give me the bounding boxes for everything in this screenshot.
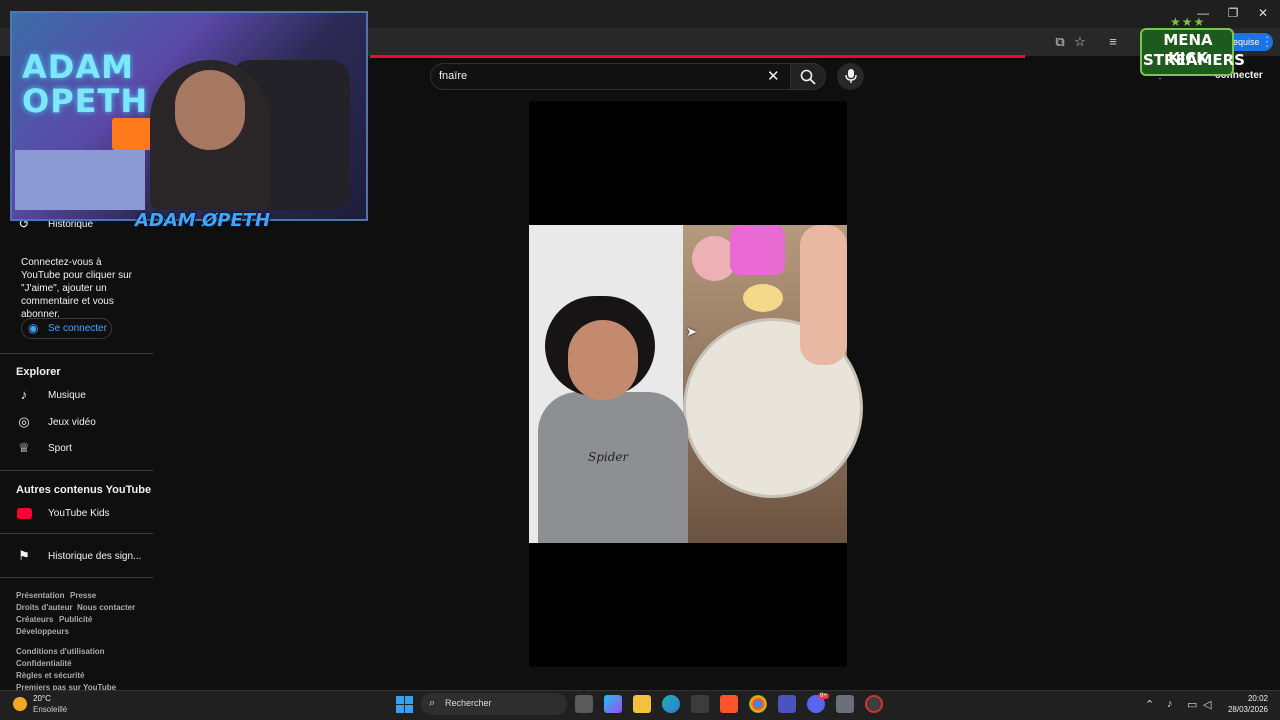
app-icon-record[interactable] <box>865 695 883 713</box>
signin-prompt: Connectez-vous à YouTube pour cliquer su… <box>21 257 132 320</box>
youtube-kids-icon <box>17 508 32 519</box>
webcam-neon-sign: ADAM OPETH <box>22 50 148 118</box>
footer-link-copyright[interactable]: Droits d'auteur <box>16 603 73 612</box>
clock-date[interactable]: 28/03/2026 <box>1226 705 1268 714</box>
tray-overflow-icon[interactable]: ⌃ <box>1145 698 1154 711</box>
sidebar-divider <box>0 533 153 534</box>
signin-button-label: Se connecter <box>48 323 107 334</box>
footer-link-advertise[interactable]: Publicité <box>59 615 92 624</box>
search-button[interactable] <box>790 63 826 90</box>
weather-desc[interactable]: Ensoleillé <box>33 705 67 714</box>
copilot-icon[interactable] <box>604 695 622 713</box>
clear-search-icon[interactable]: ✕ <box>767 67 780 85</box>
streamer-name-tag: ADAM ØPETH <box>135 210 271 231</box>
search-input[interactable]: fnaïre <box>439 70 467 82</box>
gamepad-icon: ◎ <box>18 414 30 429</box>
sidebar-item-report-history[interactable]: Historique des sign... <box>48 551 141 562</box>
mouse-cursor-icon: ➤ <box>686 324 697 339</box>
microphone-icon <box>845 69 857 83</box>
trophy-icon: ♕ <box>18 440 30 455</box>
explore-heading: Explorer <box>16 366 61 378</box>
weather-sun-icon[interactable] <box>13 697 27 711</box>
browser-menu-icon[interactable]: ⋮ <box>1258 34 1276 50</box>
microphone-tray-icon[interactable]: ♪ <box>1167 698 1173 710</box>
footer-link-presentation[interactable]: Présentation <box>16 591 64 600</box>
install-app-icon[interactable]: ⧉ <box>1051 34 1069 50</box>
footer-link-press[interactable]: Presse <box>70 591 96 600</box>
badge-line2: STREAMERS <box>1143 51 1245 69</box>
webcam-neon-line2: OPETH <box>22 82 149 120</box>
sidebar-signin-button[interactable]: ◉ Se connecter <box>21 318 112 339</box>
close-window-button[interactable]: ✕ <box>1248 4 1278 22</box>
search-icon <box>800 69 816 85</box>
teams-icon[interactable] <box>778 695 796 713</box>
child-hoodie <box>538 392 688 543</box>
search-box[interactable] <box>430 63 790 90</box>
brave-icon[interactable] <box>720 695 738 713</box>
webcam-shelf <box>15 150 145 210</box>
page-load-progress <box>370 55 1025 58</box>
sidebar-divider <box>0 470 153 471</box>
sidebar-divider <box>0 577 153 578</box>
sidebar-item-music[interactable]: Musique <box>48 390 86 401</box>
taskbar-search-label: Rechercher <box>445 698 492 708</box>
taskbar-search[interactable]: ⌕ Rechercher <box>421 693 567 715</box>
footer-link-policy-safety[interactable]: Règles et sécurité <box>16 671 84 680</box>
footer-link-contact[interactable]: Nous contacter <box>77 603 135 612</box>
flag-icon: ⚑ <box>18 548 30 563</box>
other-youtube-heading: Autres contenus YouTube <box>16 484 152 496</box>
clock-time[interactable]: 20:02 <box>1238 694 1268 703</box>
sidebar-item-gaming[interactable]: Jeux vidéo <box>48 417 96 428</box>
sidebar-divider <box>0 353 153 354</box>
webcam-streamer-face <box>175 70 245 150</box>
voice-search-button[interactable] <box>837 63 864 90</box>
chrome-icon[interactable] <box>749 695 767 713</box>
app-icon-monitor[interactable] <box>836 695 854 713</box>
windows-start-icon[interactable] <box>396 696 413 713</box>
footer-link-developers[interactable]: Développeurs <box>16 627 69 636</box>
task-view-icon[interactable] <box>575 695 593 713</box>
hand <box>800 225 847 365</box>
footer-link-terms[interactable]: Conditions d'utilisation <box>16 647 105 656</box>
discord-badge: 9+ <box>818 693 829 699</box>
weather-temp[interactable]: 20°C <box>33 694 51 703</box>
account-icon: ◉ <box>28 321 39 335</box>
pink-bottle <box>730 225 785 275</box>
hoodie-print: Spider <box>588 450 629 464</box>
volume-icon[interactable]: ◁ <box>1203 698 1211 711</box>
file-explorer-icon[interactable] <box>633 695 651 713</box>
badge-stars: ★★★ <box>1170 15 1206 29</box>
taskbar-search-icon: ⌕ <box>429 697 436 709</box>
restore-button[interactable]: ❐ <box>1218 4 1248 22</box>
edge-icon[interactable] <box>662 695 680 713</box>
music-note-icon: ♪ <box>20 387 28 402</box>
reading-list-icon[interactable]: ≡ <box>1104 34 1122 50</box>
sidebar-item-sport[interactable]: Sport <box>48 443 72 454</box>
candle <box>743 284 783 312</box>
store-icon[interactable] <box>691 695 709 713</box>
network-icon[interactable]: ▭ <box>1187 698 1197 711</box>
webcam-neon-line1: ADAM <box>22 48 134 86</box>
footer-link-privacy[interactable]: Confidentialité <box>16 659 72 668</box>
footer-link-creators[interactable]: Créateurs <box>16 615 53 624</box>
bookmark-star-icon[interactable]: ☆ <box>1071 34 1089 50</box>
sidebar-item-youtube-kids[interactable]: YouTube Kids <box>48 508 110 519</box>
child-face <box>568 320 638 400</box>
windows-logo-icon <box>396 696 413 713</box>
